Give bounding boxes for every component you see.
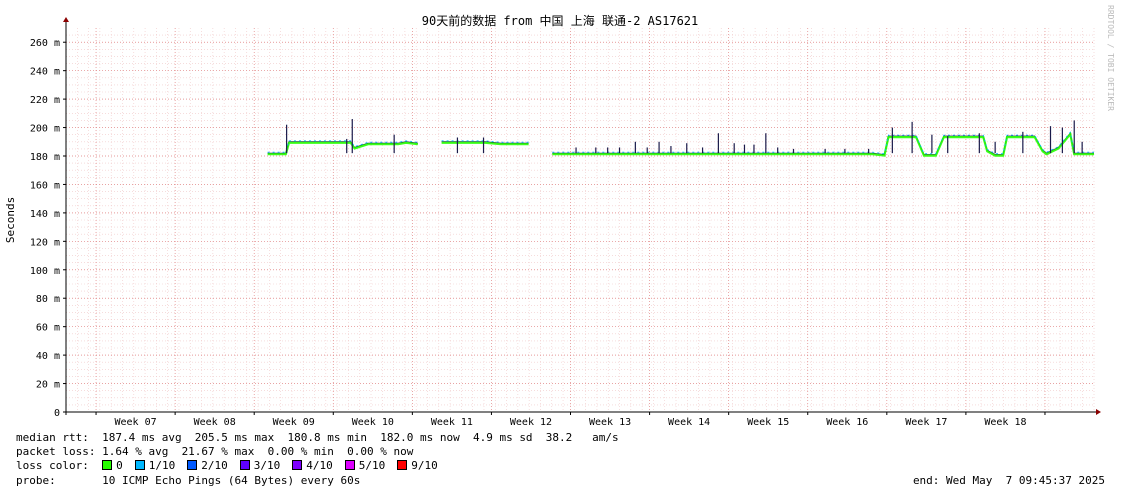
y-tick-label: 220 m [30, 95, 60, 106]
y-tick-label: 0 [54, 408, 60, 419]
packet-loss-stats: packet loss: 1.64 % avg 21.67 % max 0.00… [16, 445, 414, 458]
y-tick-label: 180 m [30, 152, 60, 163]
median-rtt-stats: median rtt: 187.4 ms avg 205.5 ms max 18… [16, 431, 619, 444]
rrdtool-watermark: RRDTOOL / TOBI OETIKER [1106, 5, 1115, 111]
loss-color-legend: loss color: 0 1/10 2/10 3/10 4/10 5/10 9/10 [16, 459, 450, 473]
y-tick-label: 80 m [36, 294, 60, 305]
legend-label: 3/10 [253, 459, 281, 472]
x-tick-label: Week 12 [510, 417, 552, 428]
legend-item: 1/10 [134, 459, 176, 472]
axes: 0 20 m 40 m 60 m 80 m 100 m 120 m 140 m 160 m 180… [30, 17, 1101, 428]
chart-title: 90天前的数据 from 中国 上海 联通-2 AS17621 [422, 13, 699, 28]
loss-color-label: loss color: [16, 459, 89, 472]
latency-chart: 90天前的数据 from 中国 上海 联通-2 AS17621 Seconds … [4, 5, 1115, 428]
legend-swatch [292, 460, 303, 470]
y-tick-label: 200 m [30, 124, 60, 135]
legend-item: 5/10 [344, 459, 386, 472]
x-tick-label: Week 10 [352, 417, 394, 428]
x-axis-arrow [1096, 409, 1101, 415]
x-tick-label: Week 16 [826, 417, 868, 428]
y-axis-arrow [63, 17, 69, 22]
legend-swatch [134, 460, 145, 470]
x-tick-label: Week 08 [194, 417, 236, 428]
y-tick-label: 260 m [30, 38, 60, 49]
legend-label: 2/10 [201, 459, 228, 472]
x-tick-label: Week 09 [273, 417, 315, 428]
y-tick-label: 160 m [30, 180, 60, 191]
x-tick-label: Week 07 [115, 417, 157, 428]
probe-info: probe: 10 ICMP Echo Pings (64 Bytes) eve… [16, 474, 361, 487]
x-tick-label: Week 13 [589, 417, 631, 428]
legend-item: 3/10 [239, 459, 281, 472]
x-tick-label: Week 15 [747, 417, 789, 428]
legend-label: 1/10 [148, 459, 176, 472]
x-tick-label: Week 14 [668, 417, 710, 428]
legend-item: 9/10 [397, 459, 438, 472]
y-tick-label: 140 m [30, 209, 60, 220]
legend-swatch [187, 460, 198, 470]
legend-label: 5/10 [358, 459, 386, 472]
legend-label: 4/10 [306, 459, 333, 472]
end-time: end: Wed May 7 09:45:37 2025 [912, 474, 1105, 487]
grid [66, 28, 1095, 412]
legend-label: 9/10 [411, 459, 438, 472]
legend-swatch [397, 460, 408, 470]
y-tick-label: 60 m [36, 323, 60, 334]
legend-item: 2/10 [187, 459, 228, 472]
y-axis-label: Seconds [4, 197, 17, 243]
legend-item: 4/10 [292, 459, 333, 472]
x-tick-label: Week 17 [905, 417, 947, 428]
legend-swatch [102, 460, 113, 470]
y-tick-label: 40 m [36, 351, 60, 362]
legend-items: 0 1/10 2/10 3/10 4/10 5/10 9/10 [102, 459, 450, 472]
legend-swatch [344, 460, 355, 470]
series-layer [267, 119, 1094, 157]
x-tick-label: Week 18 [984, 417, 1026, 428]
y-tick-label: 240 m [30, 67, 60, 78]
legend-label: 0 [116, 459, 123, 472]
y-tick-label: 20 m [36, 380, 60, 391]
x-tick-label: Week 11 [431, 417, 473, 428]
y-tick-label: 120 m [30, 237, 60, 248]
median-series-loss-color [267, 141, 419, 156]
y-tick-label: 100 m [30, 266, 60, 277]
legend-item: 0 [102, 459, 123, 472]
legend-swatch [239, 460, 250, 470]
